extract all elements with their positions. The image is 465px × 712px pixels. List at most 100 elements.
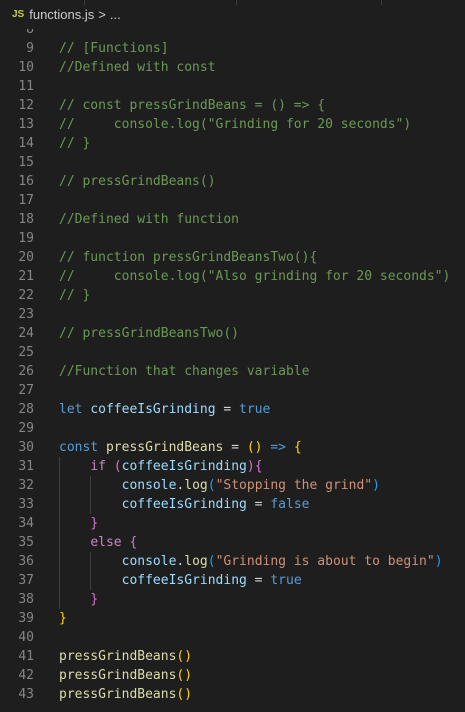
code-token: } bbox=[90, 516, 99, 531]
code-line[interactable]: 14 // } bbox=[0, 134, 465, 153]
code-line[interactable]: 33 coffeeIsGrinding = false bbox=[0, 495, 465, 514]
code-text: // [Functions] bbox=[59, 39, 169, 58]
code-token: // console.log("Also grinding for 20 sec… bbox=[59, 269, 451, 284]
code-line[interactable]: 40 bbox=[0, 628, 465, 647]
code-line[interactable]: 10 //Defined with const bbox=[0, 58, 465, 77]
line-number: 22 bbox=[18, 288, 34, 303]
code-line[interactable]: 15 bbox=[0, 153, 465, 172]
code-line[interactable]: 42 pressGrindBeans() bbox=[0, 666, 465, 685]
code-line[interactable]: 12 // const pressGrindBeans = () => { bbox=[0, 96, 465, 115]
breadcrumb-symbols[interactable]: ... bbox=[110, 7, 121, 22]
code-token: let bbox=[59, 402, 83, 417]
code-token: ( bbox=[113, 459, 122, 474]
code-line[interactable]: 30 const pressGrindBeans = () => { bbox=[0, 438, 465, 457]
code-text: } bbox=[59, 514, 98, 533]
line-number: 38 bbox=[18, 592, 34, 607]
code-line[interactable]: 35 else { bbox=[0, 533, 465, 552]
line-number: 18 bbox=[18, 212, 34, 227]
code-line[interactable]: 43 pressGrindBeans() bbox=[0, 685, 465, 704]
code-token: = bbox=[246, 497, 271, 512]
code-line[interactable]: 23 bbox=[0, 305, 465, 324]
code-token: ( bbox=[207, 478, 216, 493]
code-line[interactable]: 26 //Function that changes variable bbox=[0, 362, 465, 381]
code-line[interactable]: 20 // function pressGrindBeansTwo(){ bbox=[0, 248, 465, 267]
code-line[interactable]: 17 bbox=[0, 191, 465, 210]
line-number: 26 bbox=[18, 364, 34, 379]
code-line[interactable]: 28 let coffeeIsGrinding = true bbox=[0, 400, 465, 419]
code-line[interactable]: 9 // [Functions] bbox=[0, 39, 465, 58]
line-number: 33 bbox=[18, 497, 34, 512]
breadcrumb-file-name[interactable]: functions.js bbox=[29, 7, 94, 22]
code-text: pressGrindBeans() bbox=[59, 666, 192, 685]
code-line[interactable]: 29 bbox=[0, 419, 465, 438]
code-token: false bbox=[270, 497, 310, 512]
code-line[interactable]: 32 console.log("Stopping the grind") bbox=[0, 476, 465, 495]
code-token: () bbox=[246, 440, 263, 455]
code-token: true bbox=[270, 573, 302, 588]
code-token: { bbox=[254, 459, 263, 474]
code-line[interactable]: 24 // pressGrindBeansTwo() bbox=[0, 324, 465, 343]
code-token: pressGrindBeans bbox=[59, 649, 177, 664]
code-line[interactable]: 21 // console.log("Also grinding for 20 s… bbox=[0, 267, 465, 286]
line-number: 21 bbox=[18, 269, 34, 284]
line-number: 39 bbox=[18, 611, 34, 626]
code-line[interactable]: 38 } bbox=[0, 590, 465, 609]
line-number: 28 bbox=[18, 402, 34, 417]
code-editor[interactable]: 8 9 // [Functions] 10 //Defined with const 11… bbox=[0, 29, 465, 712]
code-line[interactable]: 31 if (coffeeIsGrinding){ bbox=[0, 457, 465, 476]
code-line[interactable]: 18 //Defined with function bbox=[0, 210, 465, 229]
code-line[interactable]: 22 // } bbox=[0, 286, 465, 305]
code-text: pressGrindBeans() bbox=[59, 647, 192, 666]
code-token: () bbox=[176, 649, 193, 664]
code-line[interactable]: 39} bbox=[0, 609, 465, 628]
chevron-right-icon: > bbox=[98, 7, 106, 22]
code-token: coffeeIsGrinding bbox=[90, 402, 216, 417]
code-token: // console.log("Grinding for 20 seconds"… bbox=[59, 117, 412, 132]
code-line[interactable]: 8 bbox=[0, 29, 465, 39]
breadcrumb: JS functions.js > ... bbox=[0, 0, 465, 29]
code-line[interactable]: 13 // console.log("Grinding for 20 second… bbox=[0, 115, 465, 134]
code-text: // const pressGrindBeans = () => { bbox=[59, 96, 325, 115]
code-text: // } bbox=[59, 286, 90, 305]
code-token: // const pressGrindBeans = () => { bbox=[59, 98, 326, 113]
code-token: "Stopping the grind" bbox=[215, 478, 373, 493]
code-token: pressGrindBeans bbox=[59, 668, 177, 683]
line-number: 16 bbox=[18, 174, 34, 189]
code-token: coffeeIsGrinding bbox=[121, 459, 247, 474]
code-line[interactable]: 36 console.log("Grinding is about to beg… bbox=[0, 552, 465, 571]
code-text: console.log("Grinding is about to begin"… bbox=[59, 552, 443, 571]
code-text: if (coffeeIsGrinding){ bbox=[59, 457, 263, 476]
code-token: } bbox=[90, 592, 99, 607]
code-line[interactable]: 25 bbox=[0, 343, 465, 362]
line-number: 41 bbox=[18, 649, 34, 664]
code-text: pressGrindBeans() bbox=[59, 685, 192, 704]
code-line[interactable]: 37 coffeeIsGrinding = true bbox=[0, 571, 465, 590]
code-line[interactable]: 34 } bbox=[0, 514, 465, 533]
code-text: // function pressGrindBeansTwo(){ bbox=[59, 248, 317, 267]
code-line[interactable]: 16 // pressGrindBeans() bbox=[0, 172, 465, 191]
code-line[interactable]: 19 bbox=[0, 229, 465, 248]
code-token: = bbox=[215, 402, 240, 417]
code-text: // } bbox=[59, 134, 90, 153]
line-number: 34 bbox=[18, 516, 34, 531]
code-line[interactable]: 11 bbox=[0, 77, 465, 96]
line-number: 13 bbox=[18, 117, 34, 132]
code-token: => bbox=[270, 440, 286, 455]
code-line[interactable]: 41 pressGrindBeans() bbox=[0, 647, 465, 666]
code-token: coffeeIsGrinding bbox=[121, 573, 247, 588]
code-text: let coffeeIsGrinding = true bbox=[59, 400, 270, 419]
line-number: 30 bbox=[18, 440, 34, 455]
line-number: 35 bbox=[18, 535, 34, 550]
code-token: () bbox=[176, 668, 193, 683]
code-line[interactable]: 27 bbox=[0, 381, 465, 400]
line-number: 12 bbox=[18, 98, 34, 113]
line-number: 10 bbox=[18, 60, 34, 75]
code-token: = bbox=[223, 440, 247, 455]
line-number: 42 bbox=[18, 668, 34, 683]
